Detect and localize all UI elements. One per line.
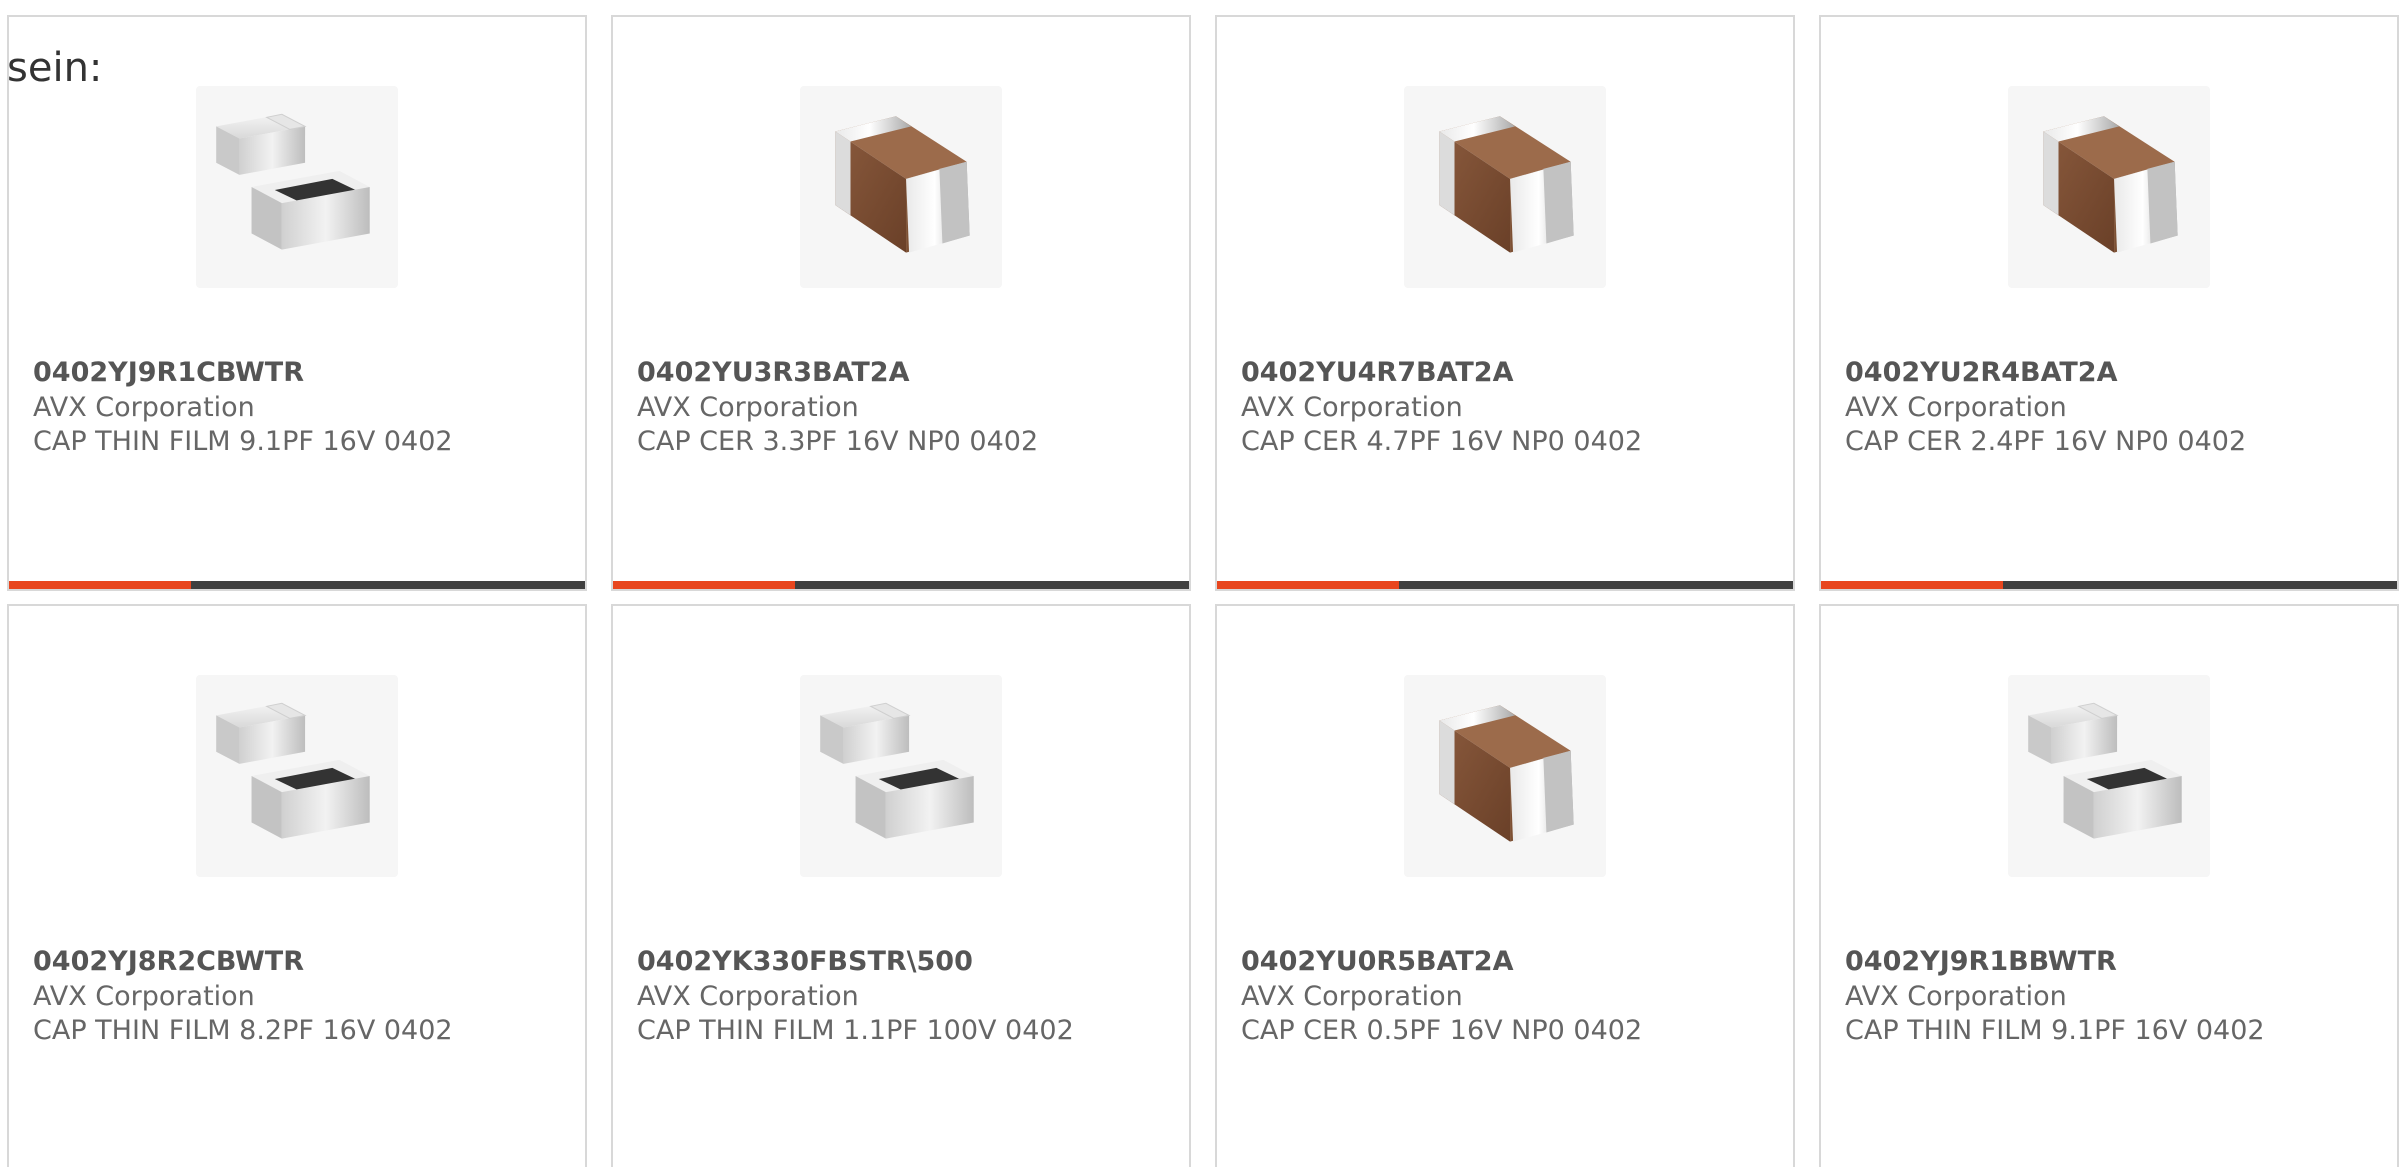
part-number[interactable]: 0402YJ8R2CBWTR: [33, 946, 304, 977]
ceramic-capacitor-icon: [1404, 86, 1606, 288]
thin-film-capacitor-image: [216, 702, 370, 839]
description: CAP CER 0.5PF 16V NP0 0402: [1241, 1015, 1643, 1046]
product-card[interactable]: 0402YJ9R1CBWTR AVX Corporation CAP THIN …: [7, 15, 587, 591]
part-number[interactable]: 0402YU3R3BAT2A: [637, 357, 909, 388]
product-card[interactable]: 0402YJ8R2CBWTR AVX Corporation CAP THIN …: [7, 604, 587, 1167]
product-card[interactable]: 0402YU3R3BAT2A AVX Corporation CAP CER 3…: [611, 15, 1191, 591]
product-card[interactable]: 0402YJ9R1BBWTR AVX Corporation CAP THIN …: [1819, 604, 2399, 1167]
card-bar: [9, 581, 585, 589]
product-card[interactable]: 0402YU2R4BAT2A AVX Corporation CAP CER 2…: [1819, 15, 2399, 591]
product-card[interactable]: 0402YU4R7BAT2A AVX Corporation CAP CER 4…: [1215, 15, 1795, 591]
description: CAP THIN FILM 8.2PF 16V 0402: [33, 1015, 453, 1046]
thin-film-capacitor-icon: [800, 675, 1002, 877]
thin-film-capacitor-image: [820, 702, 974, 839]
manufacturer: AVX Corporation: [1845, 981, 2067, 1012]
card-bar-accent: [613, 581, 795, 589]
part-number[interactable]: 0402YU0R5BAT2A: [1241, 946, 1513, 977]
part-number[interactable]: 0402YU2R4BAT2A: [1845, 357, 2117, 388]
thin-film-capacitor-icon: [2008, 675, 2210, 877]
ceramic-capacitor-image: [1439, 705, 1574, 842]
description: CAP THIN FILM 1.1PF 100V 0402: [637, 1015, 1074, 1046]
description: CAP CER 3.3PF 16V NP0 0402: [637, 426, 1039, 457]
description: CAP THIN FILM 9.1PF 16V 0402: [1845, 1015, 2265, 1046]
part-number[interactable]: 0402YK330FBSTR\500: [637, 946, 973, 977]
card-bar: [1217, 581, 1793, 589]
thin-film-capacitor-icon: [196, 675, 398, 877]
manufacturer: AVX Corporation: [637, 981, 859, 1012]
manufacturer: AVX Corporation: [1845, 392, 2067, 423]
manufacturer: AVX Corporation: [33, 392, 255, 423]
ceramic-capacitor-icon: [1404, 675, 1606, 877]
part-number[interactable]: 0402YJ9R1CBWTR: [33, 357, 304, 388]
ceramic-capacitor-image: [2043, 116, 2178, 253]
card-bar: [1821, 581, 2397, 589]
ceramic-capacitor-icon: [2008, 86, 2210, 288]
card-bar-accent: [1821, 581, 2003, 589]
thin-film-capacitor-image: [216, 113, 370, 250]
manufacturer: AVX Corporation: [1241, 981, 1463, 1012]
product-card[interactable]: 0402YK330FBSTR\500 AVX Corporation CAP T…: [611, 604, 1191, 1167]
card-bar-accent: [9, 581, 191, 589]
ceramic-capacitor-image: [835, 116, 970, 253]
card-bar: [613, 581, 1189, 589]
ceramic-capacitor-image: [1439, 116, 1574, 253]
description: CAP THIN FILM 9.1PF 16V 0402: [33, 426, 453, 457]
thin-film-capacitor-icon: [196, 86, 398, 288]
product-grid-page: sein: 0402YJ9R1CBWTR AVX Corporation CAP…: [0, 0, 2400, 1167]
manufacturer: AVX Corporation: [1241, 392, 1463, 423]
thin-film-capacitor-image: [2028, 702, 2182, 839]
product-card[interactable]: 0402YU0R5BAT2A AVX Corporation CAP CER 0…: [1215, 604, 1795, 1167]
ceramic-capacitor-icon: [800, 86, 1002, 288]
part-number[interactable]: 0402YU4R7BAT2A: [1241, 357, 1513, 388]
card-bar-accent: [1217, 581, 1399, 589]
description: CAP CER 4.7PF 16V NP0 0402: [1241, 426, 1643, 457]
description: CAP CER 2.4PF 16V NP0 0402: [1845, 426, 2247, 457]
manufacturer: AVX Corporation: [637, 392, 859, 423]
part-number[interactable]: 0402YJ9R1BBWTR: [1845, 946, 2117, 977]
intro-text: sein:: [7, 45, 103, 91]
manufacturer: AVX Corporation: [33, 981, 255, 1012]
